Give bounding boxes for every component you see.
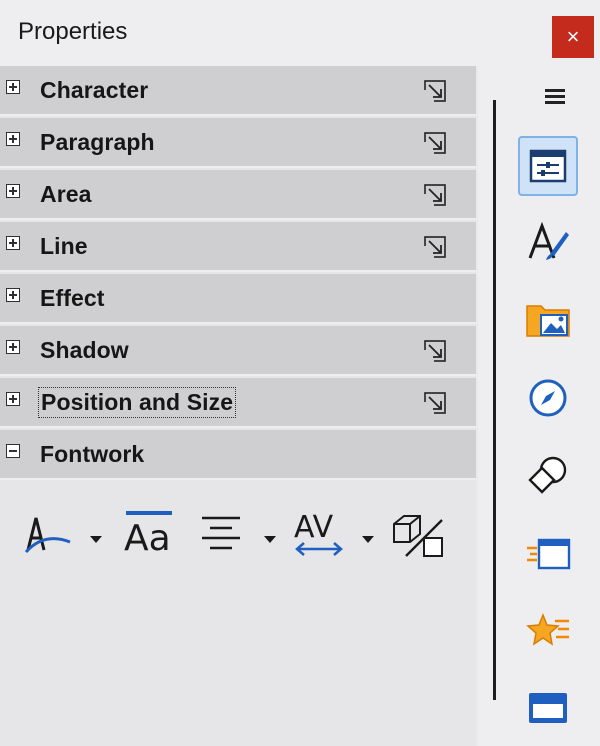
- window-title: Properties: [18, 18, 128, 45]
- more-options-icon[interactable]: [424, 340, 446, 362]
- close-icon: ×: [566, 24, 580, 49]
- properties-icon: [529, 149, 567, 183]
- close-button[interactable]: ×: [552, 16, 594, 58]
- section-label: Fontwork: [40, 441, 145, 467]
- tab-navigator[interactable]: [518, 368, 578, 428]
- slide-transition-icon: [527, 538, 571, 570]
- fontwork-alignment-dropdown-icon[interactable]: [264, 536, 276, 543]
- section-area[interactable]: Area: [0, 170, 476, 220]
- styles-icon: [528, 221, 569, 260]
- section-label: Effect: [40, 285, 105, 311]
- fontwork-shape-icon[interactable]: [22, 510, 74, 558]
- expand-icon[interactable]: [6, 288, 20, 302]
- navigator-icon: [529, 379, 567, 417]
- title-bar: Properties ×: [0, 0, 600, 66]
- section-line[interactable]: Line: [0, 222, 476, 272]
- tab-animation[interactable]: [518, 602, 578, 662]
- spacing-arrow-icon: [295, 542, 343, 556]
- section-paragraph[interactable]: Paragraph: [0, 118, 476, 168]
- fontwork-character-spacing-dropdown-icon[interactable]: [362, 536, 374, 543]
- expand-icon[interactable]: [6, 236, 20, 250]
- section-shadow[interactable]: Shadow: [0, 326, 476, 376]
- section-label: Paragraph: [40, 129, 155, 155]
- fontwork-character-spacing-button[interactable]: AV: [292, 508, 346, 560]
- section-label: Shadow: [40, 337, 129, 363]
- master-slides-icon: [529, 693, 567, 723]
- tabbar-divider: [493, 100, 496, 700]
- more-options-icon[interactable]: [424, 80, 446, 102]
- expand-icon[interactable]: [6, 80, 20, 94]
- fontwork-shape-dropdown-icon[interactable]: [90, 536, 102, 543]
- tab-styles[interactable]: [518, 212, 578, 272]
- expand-icon[interactable]: [6, 132, 20, 146]
- collapse-icon[interactable]: [6, 444, 20, 458]
- more-options-icon[interactable]: [424, 132, 446, 154]
- section-label: Character: [40, 77, 149, 103]
- expand-icon[interactable]: [6, 340, 20, 354]
- section-label: Line: [40, 233, 88, 259]
- section-fontwork[interactable]: Fontwork: [0, 430, 476, 480]
- animation-icon: [526, 612, 569, 646]
- expand-icon[interactable]: [6, 392, 20, 406]
- tab-shapes[interactable]: [518, 446, 578, 506]
- tab-properties[interactable]: [518, 136, 578, 196]
- more-options-icon[interactable]: [424, 392, 446, 414]
- sidebar-menu-icon[interactable]: [543, 86, 567, 106]
- fontwork-alignment-icon[interactable]: [198, 512, 244, 556]
- section-label: Position and Size: [37, 387, 237, 418]
- toggle-extrusion-icon[interactable]: [390, 510, 446, 560]
- tab-gallery[interactable]: [518, 290, 578, 350]
- properties-panel: Character Paragraph Area Line Effect Sha…: [0, 66, 476, 746]
- shapes-icon: [528, 456, 567, 494]
- section-effect[interactable]: Effect: [0, 274, 476, 324]
- gallery-icon: [526, 305, 570, 337]
- expand-icon[interactable]: [6, 184, 20, 198]
- tab-slide-transition[interactable]: [518, 524, 578, 584]
- section-character[interactable]: Character: [0, 66, 476, 116]
- fontwork-same-letter-heights-button[interactable]: Aa: [124, 508, 174, 559]
- more-options-icon[interactable]: [424, 184, 446, 206]
- section-label: Area: [40, 181, 92, 207]
- tab-master-slides[interactable]: [518, 678, 578, 738]
- more-options-icon[interactable]: [424, 236, 446, 258]
- section-position-and-size[interactable]: Position and Size: [0, 378, 476, 428]
- fontwork-same-letter-heights-icon: Aa: [124, 518, 171, 559]
- fontwork-toolbar: Aa AV: [0, 500, 476, 580]
